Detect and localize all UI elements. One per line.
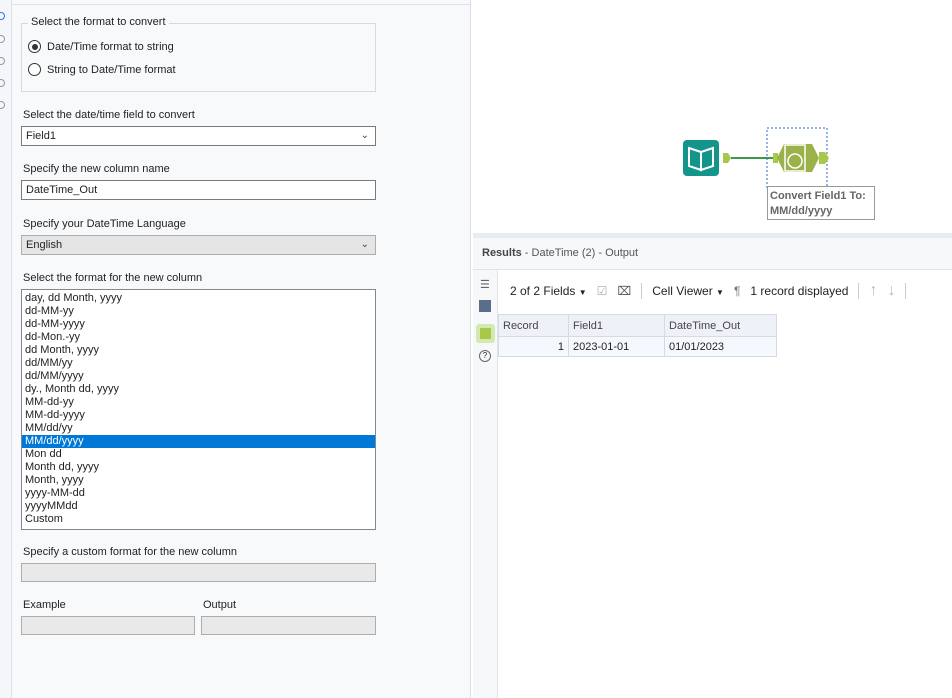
annotation-line: MM/dd/yyyy — [770, 205, 833, 217]
results-title: Results — [482, 247, 522, 259]
record-count: 1 record displayed — [750, 284, 849, 298]
arrow-icon[interactable] — [0, 79, 5, 87]
list-icon[interactable]: ☰ — [480, 278, 490, 291]
format-option[interactable]: MM-dd-yy — [22, 396, 375, 409]
format-listbox[interactable]: day, dd Month, yyyy dd-MM-yy dd-MM-yyyy dd-… — [21, 289, 376, 530]
format-option[interactable]: dy., Month dd, yyyy — [22, 383, 375, 396]
column-name-input[interactable]: DateTime_Out — [21, 180, 376, 200]
radio-label: String to Date/Time format — [47, 63, 176, 76]
workflow-canvas[interactable]: Convert Field1 To: MM/dd/yyyy — [473, 0, 952, 233]
field-select-value: Field1 — [26, 130, 56, 142]
results-subtitle: - DateTime (2) - Output — [521, 247, 639, 259]
example-label: Example — [23, 599, 66, 611]
cell-record[interactable]: 1 — [498, 336, 569, 357]
format-option[interactable]: yyyy-MM-dd — [22, 487, 375, 500]
output-field — [201, 616, 376, 635]
tag-icon[interactable] — [0, 57, 5, 65]
language-label: Specify your DateTime Language — [23, 218, 186, 230]
separator — [641, 283, 643, 299]
field-label: Select the date/time field to convert — [23, 109, 195, 121]
table-row[interactable]: 1 2023-01-01 01/01/2023 — [498, 336, 777, 357]
format-group-title: Select the format to convert — [28, 16, 169, 28]
column-header[interactable]: DateTime_Out — [664, 314, 777, 337]
input-data-tool[interactable] — [683, 140, 719, 176]
format-option[interactable]: dd-MM-yyyy — [22, 318, 375, 331]
format-option[interactable]: Mon dd — [22, 448, 375, 461]
example-field — [21, 616, 195, 635]
field-select[interactable]: Field1 ⌄ — [21, 126, 376, 146]
results-header: Results - DateTime (2) - Output — [473, 238, 952, 270]
output-anchor[interactable] — [723, 153, 731, 163]
chevron-down-icon: ⌄ — [360, 130, 369, 141]
clear-icon[interactable]: ⌧ — [617, 284, 631, 298]
language-select-value: English — [26, 239, 63, 251]
format-option[interactable]: dd-MM-yy — [22, 305, 375, 318]
column-header[interactable]: Field1 — [568, 314, 665, 337]
format-option[interactable]: Month, yyyy — [22, 474, 375, 487]
help-icon[interactable] — [0, 101, 5, 109]
cell-datetime-out[interactable]: 01/01/2023 — [664, 336, 777, 357]
radio-string-to-datetime[interactable]: String to Date/Time format — [28, 63, 176, 76]
radio-label: Date/Time format to string — [47, 40, 174, 53]
column-header[interactable]: Record — [498, 314, 569, 337]
pilcrow-icon[interactable]: ¶ — [734, 284, 740, 298]
divider — [12, 4, 471, 5]
separator — [858, 283, 860, 299]
arrow-icon[interactable] — [0, 35, 5, 43]
arrow-down-icon[interactable]: ↓ — [887, 282, 895, 300]
format-option[interactable]: MM/dd/yy — [22, 422, 375, 435]
format-option[interactable]: MM/dd/yyyy — [22, 435, 375, 448]
format-list-label: Select the format for the new column — [23, 272, 203, 284]
format-option[interactable]: Month dd, yyyy — [22, 461, 375, 474]
format-option[interactable]: MM-dd-yyyy — [22, 409, 375, 422]
fields-dropdown[interactable]: 2 of 2 Fields ▼ — [510, 284, 587, 298]
gear-icon[interactable] — [0, 12, 5, 20]
output-label: Output — [203, 599, 237, 611]
format-option[interactable]: dd/MM/yy — [22, 357, 375, 370]
tool-annotation: Convert Field1 To: MM/dd/yyyy — [767, 186, 875, 220]
format-option[interactable]: yyyyMMdd — [22, 500, 375, 513]
format-group — [21, 23, 376, 92]
format-option[interactable]: day, dd Month, yyyy — [22, 292, 375, 305]
workflow-graph — [683, 127, 829, 191]
radio-button[interactable] — [28, 63, 41, 76]
results-table: Record Field1 DateTime_Out 1 2023-01-01 … — [498, 314, 777, 357]
annotation-line: Convert Field1 To: — [770, 190, 866, 202]
arrow-up-icon[interactable]: ↑ — [869, 282, 877, 300]
config-side-strip — [0, 0, 12, 698]
results-toolbar: 2 of 2 Fields ▼ ☑ ⌧ Cell Viewer ▼ ¶ 1 re… — [498, 270, 952, 312]
format-option[interactable]: Custom — [22, 513, 375, 526]
format-option[interactable]: dd/MM/yyyy — [22, 370, 375, 383]
language-select[interactable]: English ⌄ — [21, 235, 376, 255]
help-icon[interactable]: ? — [479, 350, 491, 362]
custom-format-label: Specify a custom format for the new colu… — [23, 546, 237, 558]
fields-label: 2 of 2 Fields — [510, 284, 576, 298]
results-side-toolbar: ☰ ? — [473, 270, 498, 698]
cell-viewer-dropdown[interactable]: Cell Viewer ▼ — [652, 284, 724, 298]
check-icon[interactable]: ☑ — [597, 284, 608, 298]
radio-button[interactable] — [28, 40, 41, 53]
configuration-panel: Select the format to convert Date/Time f… — [0, 0, 471, 698]
separator — [905, 283, 907, 299]
radio-datetime-to-string[interactable]: Date/Time format to string — [28, 40, 174, 53]
format-option[interactable]: dd-Mon.-yy — [22, 331, 375, 344]
data-icon[interactable] — [476, 324, 495, 343]
chevron-down-icon: ⌄ — [360, 239, 369, 250]
cell-field1[interactable]: 2023-01-01 — [568, 336, 665, 357]
cell-viewer-label: Cell Viewer — [652, 284, 713, 298]
datetime-tool[interactable] — [777, 144, 819, 172]
custom-format-input[interactable] — [21, 563, 376, 582]
format-option[interactable]: dd Month, yyyy — [22, 344, 375, 357]
metadata-icon[interactable] — [479, 300, 491, 312]
column-name-label: Specify the new column name — [23, 163, 170, 175]
